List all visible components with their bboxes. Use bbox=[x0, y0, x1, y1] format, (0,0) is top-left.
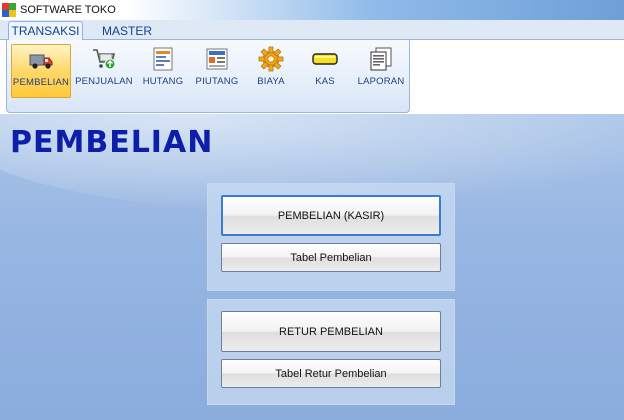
app-logo-icon bbox=[2, 3, 16, 17]
report-pages-icon bbox=[368, 46, 394, 72]
delivery-truck-icon bbox=[28, 47, 54, 73]
ribbon-label: KAS bbox=[315, 76, 335, 87]
ribbon-panel: PEMBELIAN PENJUALAN HUTANG PIUTANG BIAYA… bbox=[6, 40, 410, 113]
ribbon-button-hutang[interactable]: HUTANG bbox=[139, 44, 187, 98]
ribbon-button-piutang[interactable]: PIUTANG bbox=[193, 44, 241, 98]
ribbon-label: HUTANG bbox=[142, 76, 184, 87]
menu-tab-bar: TRANSAKSI MASTER bbox=[0, 20, 624, 40]
ribbon-button-biaya[interactable]: BIAYA bbox=[251, 44, 291, 98]
receivable-card-icon bbox=[204, 46, 230, 72]
ribbon-label: PEMBELIAN bbox=[12, 77, 70, 88]
ribbon-button-penjualan[interactable]: PENJUALAN bbox=[75, 44, 133, 98]
ledger-document-icon bbox=[150, 46, 176, 72]
ribbon-label: LAPORAN bbox=[357, 76, 405, 87]
ribbon-label: PIUTANG bbox=[195, 76, 239, 87]
ribbon-button-kas[interactable]: KAS bbox=[307, 44, 343, 98]
retur-pembelian-button[interactable]: RETUR PEMBELIAN bbox=[221, 311, 441, 352]
gear-icon bbox=[258, 46, 284, 72]
window-title: SOFTWARE TOKO bbox=[20, 4, 116, 16]
window-titlebar: SOFTWARE TOKO bbox=[0, 0, 624, 20]
pembelian-panel: PEMBELIAN (KASIR) Tabel Pembelian bbox=[207, 183, 455, 291]
ribbon-label: BIAYA bbox=[257, 76, 285, 87]
cash-bar-icon bbox=[312, 46, 338, 72]
ribbon-label: PENJUALAN bbox=[75, 76, 133, 87]
retur-pembelian-panel: RETUR PEMBELIAN Tabel Retur Pembelian bbox=[207, 299, 455, 405]
tabel-retur-pembelian-button[interactable]: Tabel Retur Pembelian bbox=[221, 359, 441, 388]
ribbon-button-pembelian[interactable]: PEMBELIAN bbox=[11, 44, 71, 98]
shopping-cart-icon bbox=[91, 46, 117, 72]
tab-master[interactable]: MASTER bbox=[96, 21, 158, 40]
tabel-pembelian-button[interactable]: Tabel Pembelian bbox=[221, 243, 441, 272]
pembelian-kasir-button[interactable]: PEMBELIAN (KASIR) bbox=[221, 195, 441, 236]
tab-transaksi[interactable]: TRANSAKSI bbox=[8, 21, 83, 40]
page-title: PEMBELIAN bbox=[10, 125, 214, 160]
main-content-area: PEMBELIAN PEMBELIAN (KASIR) Tabel Pembel… bbox=[0, 114, 624, 420]
ribbon-button-laporan[interactable]: LAPORAN bbox=[355, 44, 407, 98]
